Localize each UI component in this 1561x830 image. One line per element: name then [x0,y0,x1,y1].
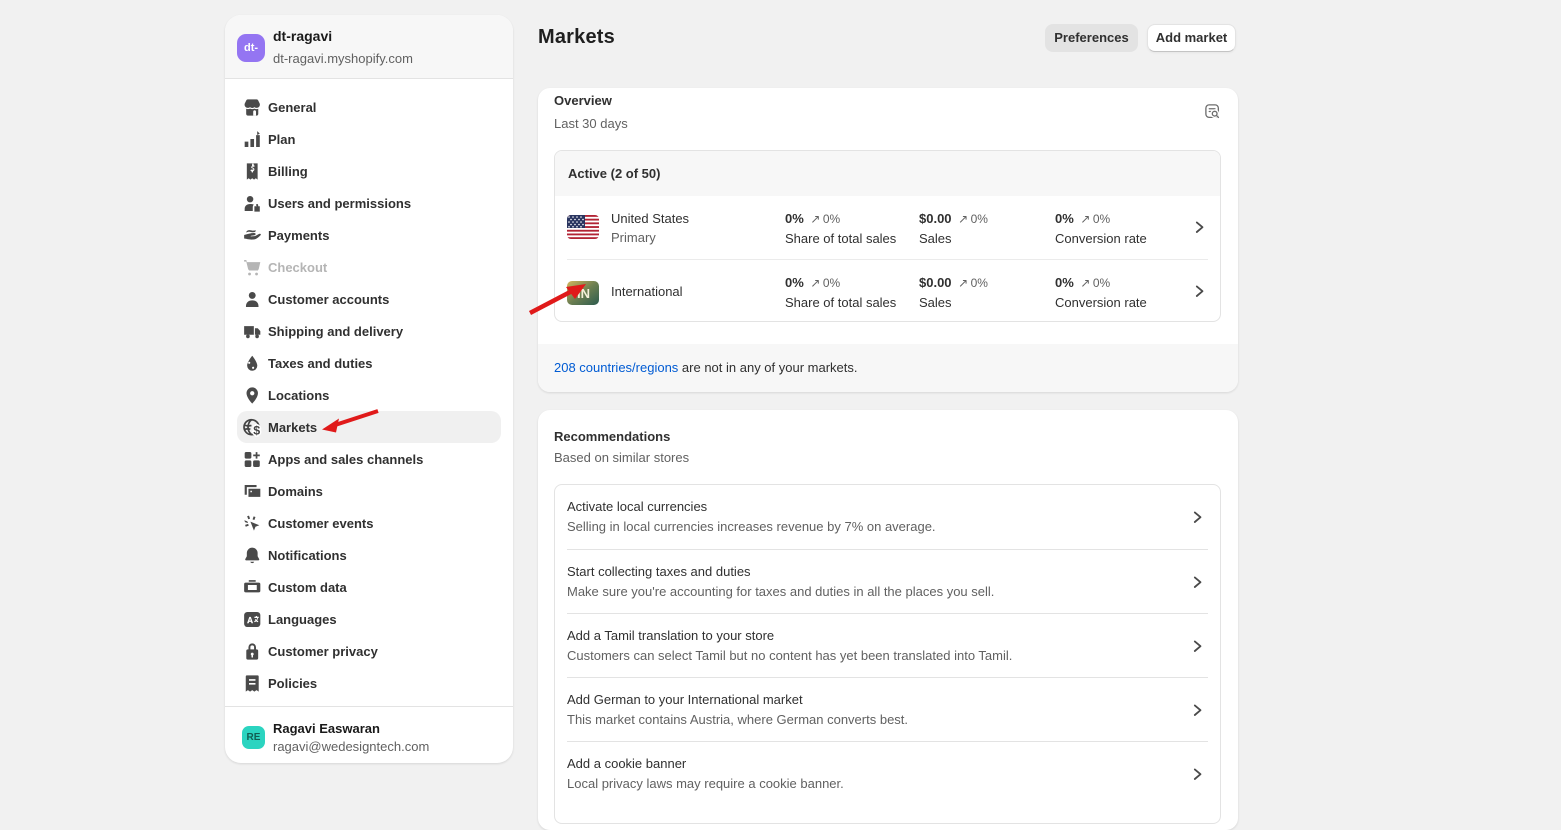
svg-text:$: $ [253,423,260,437]
